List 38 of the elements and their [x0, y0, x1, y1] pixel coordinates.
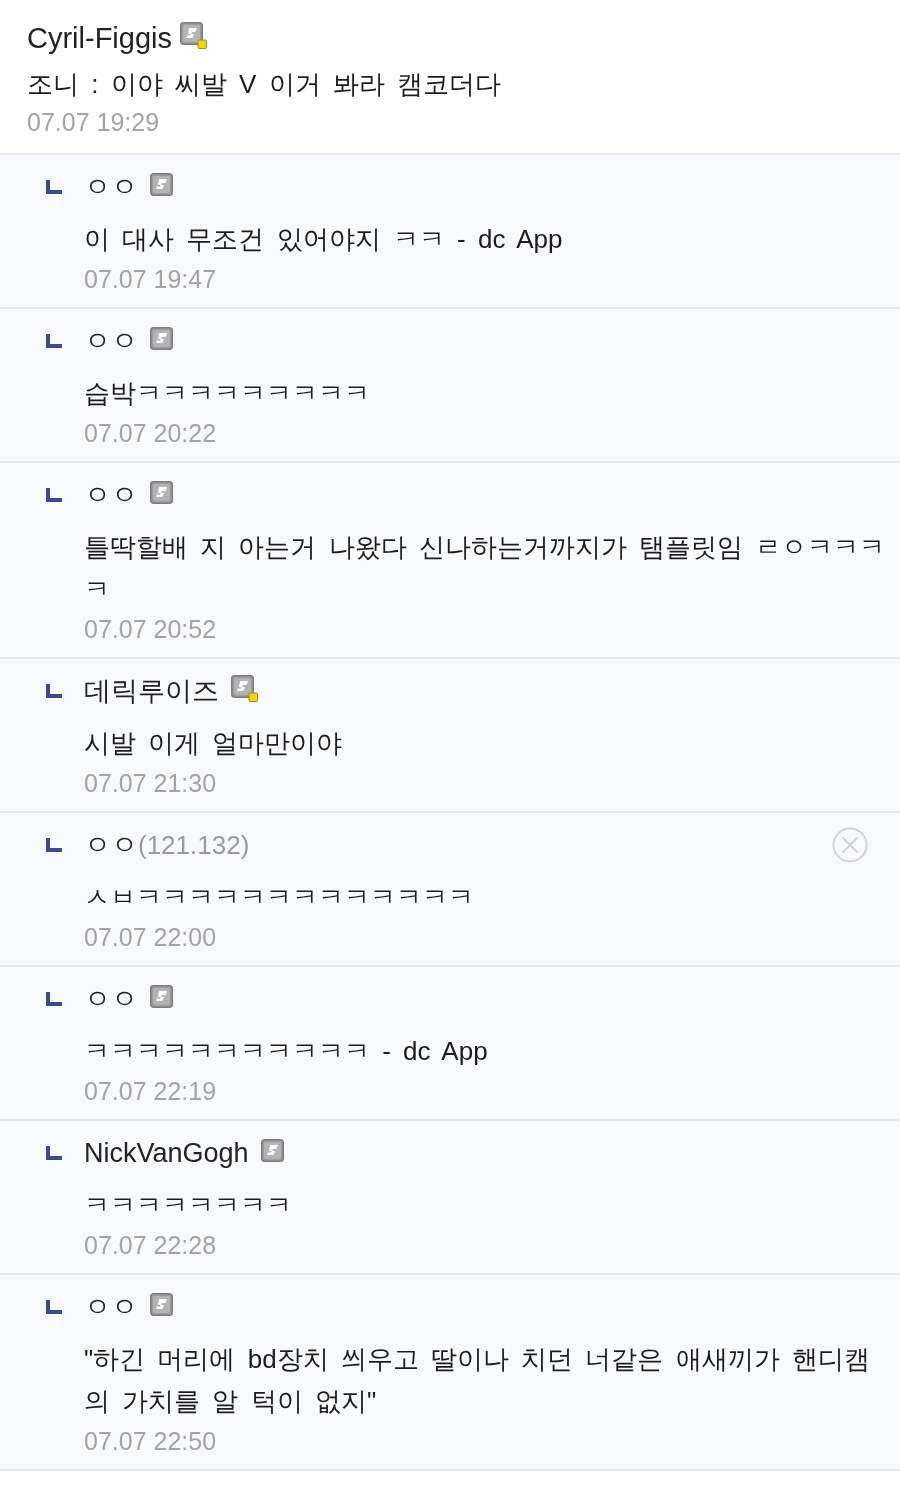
- comment-text: 조니 : 이야 씨발 V 이거 봐라 캠코더다: [27, 68, 503, 101]
- reply-text: 이 대사 무조건 있어야지 ㅋㅋ - dc App: [84, 223, 564, 256]
- reply-corner-icon: [46, 838, 62, 852]
- reply-text: 습박ㅋㅋㅋㅋㅋㅋㅋㅋㅋ: [84, 377, 371, 410]
- author-name: ㅇㅇ: [84, 325, 138, 358]
- author-name: ㅇㅇ: [84, 983, 138, 1016]
- reply-corner-icon: [46, 1300, 62, 1314]
- reply-text: ㅅㅂㅋㅋㅋㅋㅋㅋㅋㅋㅋㅋㅋㅋㅋ: [84, 881, 475, 914]
- reply-text: 시발 이게 얼마만이야: [84, 727, 344, 760]
- author-name: 데릭루이즈: [84, 675, 219, 708]
- reply-date: 07.07 22:19: [84, 1076, 218, 1107]
- reply-text: ㅋㅋㅋㅋㅋㅋㅋㅋ: [84, 1189, 293, 1222]
- comment-date: 07.07 19:29: [27, 107, 161, 138]
- reply-text: "하긴 머리에 bd장치 씌우고 딸이나 치던 너같은 애새끼가 핸디캠의 가치를 알 턱이 없지": [84, 1343, 871, 1418]
- reply-text: 틀딱할배 지 아는거 나왔다 신나하는거까지가 탬플릿임 ㄹㅇㅋㅋㅋㅋ: [84, 531, 887, 606]
- reply-corner-icon: [46, 488, 62, 502]
- reply-date: 07.07 21:30: [84, 768, 218, 799]
- author-name: ㅇㅇ: [84, 829, 138, 862]
- reply-date: 07.07 19:47: [84, 264, 218, 295]
- ip-address: (121.132): [138, 829, 250, 862]
- reply-date: 07.07 20:52: [84, 614, 218, 645]
- author-name: NickVanGogh: [84, 1137, 249, 1170]
- reply-corner-icon: [46, 334, 62, 348]
- reply-date: 07.07 22:28: [84, 1230, 218, 1261]
- reply-date: 07.07 22:00: [84, 922, 218, 953]
- author-name: ㅇㅇ: [84, 479, 138, 512]
- author-name: Cyril-Figgis: [27, 21, 172, 56]
- reply-corner-icon: [46, 684, 62, 698]
- reply-corner-icon: [46, 992, 62, 1006]
- reply-text: ㅋㅋㅋㅋㅋㅋㅋㅋㅋㅋㅋ - dc App: [84, 1035, 489, 1068]
- reply-date: 07.07 22:50: [84, 1426, 218, 1457]
- reply-corner-icon: [46, 1146, 62, 1160]
- delete-button[interactable]: [832, 827, 868, 863]
- reply-date: 07.07 20:22: [84, 418, 218, 449]
- author-name: ㅇㅇ: [84, 171, 138, 204]
- author-name: ㅇㅇ: [84, 1291, 138, 1324]
- reply-corner-icon: [46, 180, 62, 194]
- close-circle-icon: [832, 827, 868, 863]
